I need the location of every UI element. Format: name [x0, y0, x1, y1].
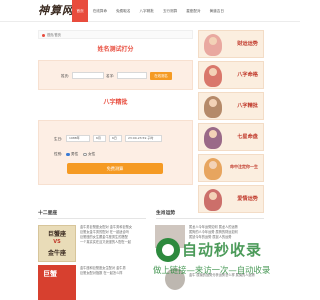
top-header: 神算网 首页 在线算命 免费取名 八字精批 五行测算 星座配对 黄道吉日	[0, 0, 300, 22]
divider	[38, 218, 146, 219]
watermark-subtitle: 做上链接—来访一次—自动收录	[153, 265, 271, 275]
gender-female-label: 女性	[88, 152, 96, 156]
zodiac-name-2: 金牛座	[47, 250, 66, 257]
nav-item-bazi[interactable]: 八字精批	[135, 0, 158, 22]
birth-day-select[interactable]: 6日	[109, 135, 122, 142]
gender-male-label: 男性	[71, 152, 79, 156]
name-test-panel: 姓氏: 名字: 在线测名	[38, 60, 193, 90]
birth-hour-select[interactable]: 23:00-23:59 子时	[125, 135, 162, 142]
figure-face	[209, 68, 217, 76]
zodiac-article-2[interactable]: 金牛座和巨蟹座女生配对 金牛男 巨蟹女配对指数 在一起怎么样	[80, 266, 146, 278]
main-nav: 首页 在线算命 免费取名 八字精批 五行测算 星座配对 黄道吉日	[72, 0, 228, 22]
zodiac-section-title: 十二星座	[38, 211, 58, 216]
watermark-logo-icon	[156, 238, 180, 262]
divider	[156, 218, 264, 219]
article-line: 一个真实实在且又浪漫的人配在一起	[80, 240, 131, 244]
figure-face	[209, 37, 217, 45]
bazi-title: 八字精批	[103, 99, 128, 106]
bazi-panel: 生日: 1988年 6月 6日 23:00-23:59 子时 性别: 男性 女性…	[38, 120, 193, 185]
given-name-label: 名字:	[106, 74, 115, 78]
figure-face	[209, 192, 217, 200]
sidebar-card-label: 八字命格	[237, 72, 258, 78]
surname-input[interactable]	[72, 72, 104, 79]
breadcrumb: 首页/首页	[38, 30, 193, 39]
birth-month-select[interactable]: 6月	[93, 135, 106, 142]
nav-item-fortune[interactable]: 在线算命	[88, 0, 111, 22]
sidebar-card-destiny[interactable]: 命中注定你一生	[198, 154, 264, 182]
sidebar-card-seven-star[interactable]: 七星命盘	[198, 123, 264, 151]
surname-label: 姓氏:	[61, 74, 70, 78]
figure-face	[209, 161, 217, 169]
bazi-submit-button[interactable]: 免费测算	[67, 163, 163, 174]
home-icon	[42, 33, 45, 37]
gender-male-radio[interactable]	[66, 152, 70, 156]
breadcrumb-text[interactable]: 首页/首页	[47, 33, 61, 37]
nav-item-wuxing[interactable]: 五行测算	[158, 0, 181, 22]
sidebar-card-bazi-reading[interactable]: 八字精批	[198, 92, 264, 120]
nav-item-zodiac[interactable]: 星座配对	[182, 0, 205, 22]
zodiac-thumbnail-label: 巨蟹	[43, 269, 57, 278]
site-logo[interactable]: 神算网	[38, 2, 74, 18]
sidebar-card-label: 八字精批	[237, 103, 258, 109]
gender-female-radio[interactable]	[83, 152, 87, 156]
figure-face	[209, 99, 217, 107]
zodiac-article-1[interactable]: 金牛男巨蟹座女配对 金牛男和巨蟹女 巨蟹女金牛男的配对 在一起适合吗 巨蟹座的女…	[80, 225, 146, 260]
sidebar-card-bazi-fate[interactable]: 八字命格	[198, 61, 264, 89]
sidebar-card-wealth[interactable]: 财运运势	[198, 30, 264, 58]
gender-label: 性别:	[54, 152, 63, 156]
nav-item-home[interactable]: 首页	[72, 0, 89, 22]
watermark-title: 自动秒收录	[182, 241, 263, 259]
sidebar-card-label: 财运运势	[237, 41, 258, 47]
sidebar-card-label: 命中注定你一生	[230, 164, 258, 169]
sidebar-card-love[interactable]: 爱情运势	[198, 185, 264, 213]
given-name-input[interactable]	[117, 72, 147, 79]
nav-item-calendar[interactable]: 黄道吉日	[205, 0, 228, 22]
article-line: 巨蟹女配对指数 在一起怎么样	[80, 271, 123, 275]
sidebar-card-label: 爱情运势	[237, 196, 258, 202]
zodiac-compat-thumbnail[interactable]: 巨蟹座 VS 金牛座	[38, 225, 76, 262]
name-test-title: 姓名测试打分	[97, 46, 134, 53]
figure-face	[209, 130, 217, 138]
shengxiao-section-title: 生肖运势	[156, 211, 176, 216]
birthday-label: 生日:	[54, 137, 63, 141]
birth-year-select[interactable]: 1988年	[66, 135, 90, 142]
name-test-submit-button[interactable]: 在线测名	[150, 72, 172, 80]
zodiac-vs: VS	[53, 239, 61, 245]
sidebar-card-label: 七星命盘	[237, 134, 258, 140]
zodiac-name-1: 巨蟹座	[47, 231, 66, 238]
zodiac-thumbnail-2[interactable]: 巨蟹	[38, 265, 76, 300]
nav-item-naming[interactable]: 免费取名	[112, 0, 135, 22]
